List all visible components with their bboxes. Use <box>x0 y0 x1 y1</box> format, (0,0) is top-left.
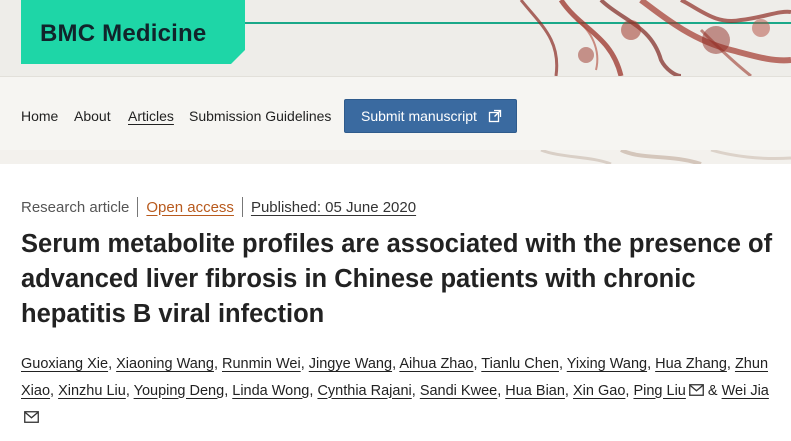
author-link[interactable]: Hua Zhang <box>655 356 727 372</box>
nav-submission-guidelines-link[interactable]: Submission Guidelines <box>189 108 331 124</box>
author-link[interactable]: Wei Jia <box>722 383 769 399</box>
author-link[interactable]: Cynthia Rajani <box>317 383 411 399</box>
external-link-icon <box>487 108 503 124</box>
article-title: Serum metabolite profiles are associated… <box>21 230 773 328</box>
author-link[interactable]: Runmin Wei <box>222 356 301 372</box>
author-link[interactable]: Xinzhu Liu <box>58 383 126 399</box>
author-link[interactable]: Linda Wong <box>232 383 309 399</box>
author-link[interactable]: Tianlu Chen <box>481 356 559 372</box>
nav-about-link[interactable]: About <box>74 108 111 124</box>
masthead: BMC Medicine <box>0 0 791 76</box>
open-access-link[interactable]: Open access <box>146 199 234 216</box>
mail-icon[interactable] <box>24 406 39 433</box>
article-meta: Research article Open access Published: … <box>21 197 416 217</box>
nav-articles-link[interactable]: Articles <box>128 108 174 124</box>
author-link[interactable]: Guoxiang Xie <box>21 356 108 372</box>
author-link[interactable]: Ping Liu <box>633 383 685 399</box>
published-date-link[interactable]: Published: 05 June 2020 <box>251 199 416 216</box>
submit-manuscript-button[interactable]: Submit manuscript <box>344 99 517 133</box>
author-link[interactable]: Xiaoning Wang <box>116 356 214 372</box>
nav-home-link[interactable]: Home <box>21 108 58 124</box>
journal-logo[interactable]: BMC Medicine <box>21 0 245 64</box>
mail-icon[interactable] <box>688 379 704 406</box>
author-link[interactable]: Hua Bian <box>505 383 565 399</box>
article-type: Research article <box>21 198 130 216</box>
author-list: Guoxiang Xie, Xiaoning Wang, Runmin Wei,… <box>21 351 781 433</box>
author-link[interactable]: Xin Gao <box>573 383 625 399</box>
submit-manuscript-label: Submit manuscript <box>361 108 477 124</box>
author-link[interactable]: Sandi Kwee <box>420 383 497 399</box>
masthead-background-artwork <box>519 0 791 76</box>
meta-divider <box>241 197 243 217</box>
author-link[interactable]: Yixing Wang <box>567 356 647 372</box>
logo-text: BMC Medicine <box>40 20 207 47</box>
main-navigation: Home About Articles Submission Guideline… <box>0 76 791 150</box>
header-stripe <box>0 150 791 164</box>
author-link[interactable]: Youping Deng <box>134 383 225 399</box>
author-last-separator: & <box>707 382 718 399</box>
stripe-artwork <box>540 150 791 164</box>
meta-divider <box>137 197 139 217</box>
author-link[interactable]: Aihua Zhao <box>399 356 473 372</box>
author-link[interactable]: Jingye Wang <box>309 356 392 372</box>
